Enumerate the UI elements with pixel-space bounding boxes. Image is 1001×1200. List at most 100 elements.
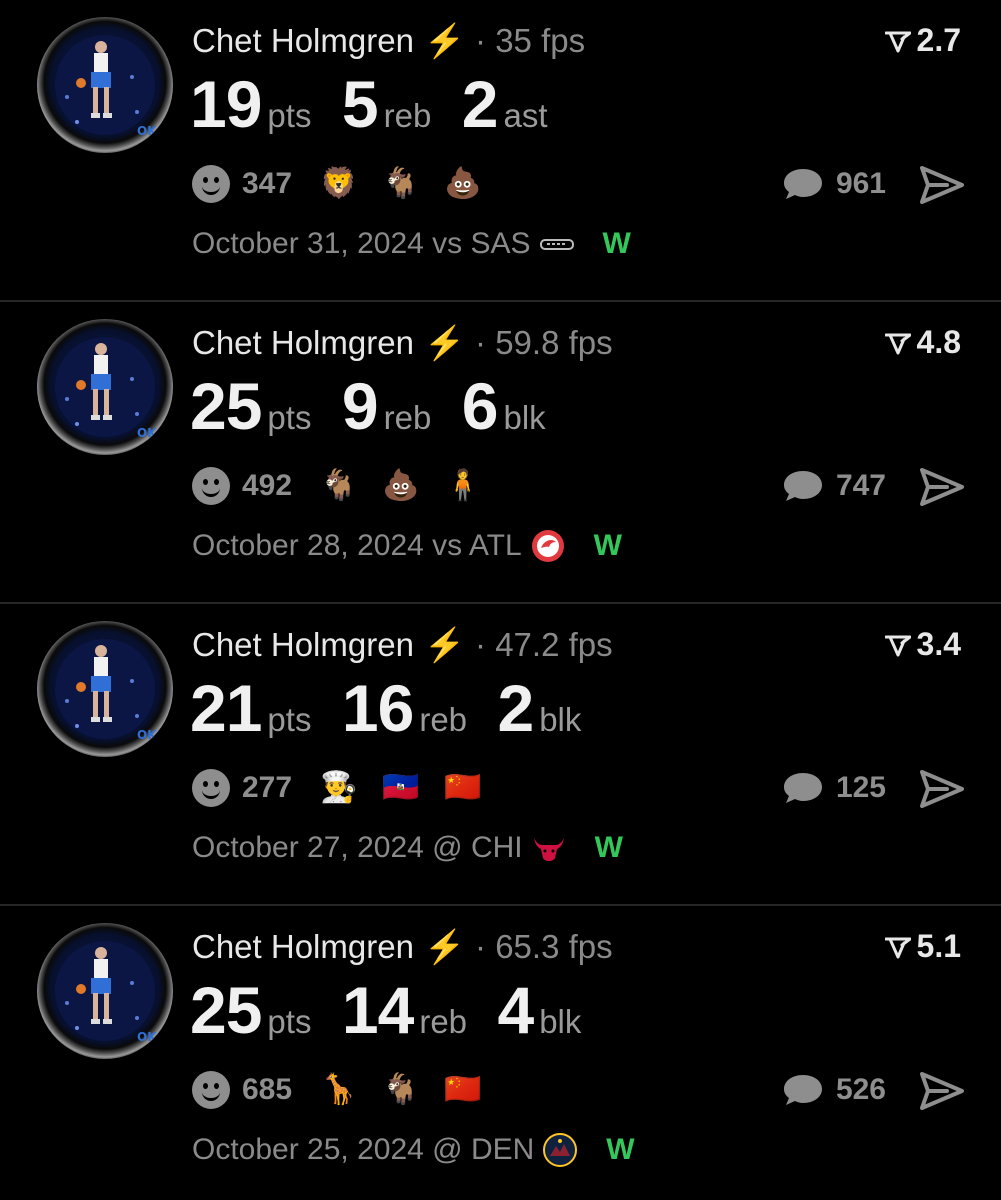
stat-points: 19 pts: [190, 66, 311, 142]
reaction-emoji[interactable]: 🇨🇳: [444, 1071, 482, 1109]
rating-icon: [884, 635, 911, 657]
fps-value: 65.3 fps: [495, 928, 613, 965]
send-icon[interactable]: [919, 467, 965, 507]
rating: 5.1: [884, 928, 961, 965]
reaction-emoji[interactable]: 🐐: [320, 467, 358, 505]
stat-rebounds: 14 reb: [342, 972, 467, 1048]
player-avatar[interactable]: OKC: [37, 17, 173, 153]
stat-unit: reb: [383, 97, 432, 134]
player-avatar[interactable]: OKC: [37, 319, 173, 455]
reaction-emoji[interactable]: 🐐: [382, 165, 420, 203]
reaction-emoji[interactable]: 🧍: [444, 467, 482, 505]
reaction-emoji[interactable]: 💩: [382, 467, 420, 505]
player-name-line: Chet Holmgren ⚡ · 35 fps: [192, 22, 585, 61]
reaction-emoji[interactable]: 🦁: [320, 165, 358, 203]
game-post[interactable]: OKC Chet Holmgren ⚡ · 47.2 fps 3.4 21 pts 1…: [0, 604, 1001, 906]
comment-count: 961: [835, 167, 886, 200]
reactions-row: 347 🦁 🐐 💩: [192, 161, 506, 207]
stat-points: 25 pts: [190, 368, 311, 444]
reaction-emoji[interactable]: 🇭🇹: [382, 769, 420, 807]
stat-unit: blk: [503, 399, 546, 436]
reaction-emoji[interactable]: 🇨🇳: [444, 769, 482, 807]
comment-count: 526: [835, 1073, 886, 1106]
reactions-row: 492 🐐 💩 🧍: [192, 463, 506, 509]
game-post[interactable]: OKC Chet Holmgren ⚡ · 65.3 fps 5.1 25 pts 1…: [0, 906, 1001, 1200]
lightning-icon: ⚡: [423, 324, 466, 361]
game-date-opponent: October 25, 2024 @ DEN: [192, 1133, 535, 1166]
rating-value: 3.4: [916, 626, 961, 662]
stat-points: 25 pts: [190, 972, 311, 1048]
reaction-emoji[interactable]: 👨‍🍳: [320, 769, 358, 807]
stat-line: 25 pts 14 reb 4 blk: [190, 972, 607, 1048]
svg-text:OKC: OKC: [137, 728, 165, 742]
rating-value: 2.7: [916, 22, 961, 58]
comment-bubble-icon: [783, 169, 822, 199]
game-result: W: [593, 529, 622, 562]
reaction-count[interactable]: 492: [242, 469, 292, 503]
stat-points: 21 pts: [190, 670, 311, 746]
reaction-count[interactable]: 347: [242, 167, 292, 201]
stat-unit: reb: [419, 1003, 468, 1040]
player-name-line: Chet Holmgren ⚡ · 47.2 fps: [192, 626, 613, 665]
rating-icon: [884, 31, 911, 53]
game-post[interactable]: OKC Chet Holmgren ⚡ · 59.8 fps 4.8 25 pts 9…: [0, 302, 1001, 604]
comments-button[interactable]: 125: [782, 765, 886, 811]
game-date-opponent: October 27, 2024 @ CHI: [192, 831, 523, 864]
smiley-icon[interactable]: [192, 769, 230, 807]
separator-dot: ·: [475, 928, 487, 965]
player-name[interactable]: Chet Holmgren: [192, 928, 414, 965]
player-name[interactable]: Chet Holmgren: [192, 626, 414, 663]
game-meta: October 31, 2024 vs SAS W: [192, 226, 631, 262]
comments-button[interactable]: 961: [782, 161, 886, 207]
stat-line: 21 pts 16 reb 2 blk: [190, 670, 607, 746]
send-icon[interactable]: [919, 1071, 965, 1111]
rating-value: 5.1: [916, 928, 961, 964]
comments-button[interactable]: 747: [782, 463, 886, 509]
send-icon[interactable]: [919, 165, 965, 205]
stat-rebounds: 9 reb: [342, 368, 431, 444]
rating: 2.7: [884, 22, 961, 59]
hawks-logo: [531, 530, 564, 562]
stat-third: 2 blk: [497, 670, 581, 746]
stat-unit: reb: [383, 399, 432, 436]
game-date-opponent: October 28, 2024 vs ATL: [192, 529, 522, 562]
stat-unit: blk: [539, 701, 582, 738]
fps-value: 59.8 fps: [495, 324, 613, 361]
stat-value: 14: [341, 973, 414, 1047]
fps-value: 47.2 fps: [495, 626, 613, 663]
send-icon[interactable]: [919, 769, 965, 809]
reaction-emoji[interactable]: 💩: [444, 165, 482, 203]
nuggets-logo: [543, 1133, 578, 1167]
stat-unit: pts: [267, 399, 312, 436]
smiley-icon[interactable]: [192, 1071, 230, 1109]
smiley-icon[interactable]: [192, 165, 230, 203]
stat-value: 19: [190, 67, 262, 141]
rating-value: 4.8: [916, 324, 961, 360]
rating-icon: [884, 333, 911, 355]
stat-value: 25: [190, 369, 262, 443]
game-meta: October 27, 2024 @ CHI W: [192, 830, 623, 866]
player-avatar[interactable]: OKC: [37, 923, 173, 1059]
game-post[interactable]: OKC Chet Holmgren ⚡ · 35 fps 2.7 19 pts 5 re…: [0, 0, 1001, 302]
reaction-emoji[interactable]: 🦒: [320, 1071, 358, 1109]
stat-unit: pts: [267, 1003, 312, 1040]
reactions-row: 277 👨‍🍳 🇭🇹 🇨🇳: [192, 765, 506, 811]
comment-count: 125: [835, 771, 886, 804]
separator-dot: ·: [475, 22, 487, 59]
smiley-icon[interactable]: [192, 467, 230, 505]
game-date-opponent: October 31, 2024 vs SAS: [192, 227, 531, 260]
reaction-count[interactable]: 685: [242, 1073, 292, 1107]
stat-third: 2 ast: [462, 66, 548, 142]
comments-button[interactable]: 526: [782, 1067, 886, 1113]
reaction-emoji[interactable]: 🐐: [382, 1071, 420, 1109]
stat-rebounds: 16 reb: [342, 670, 467, 746]
reaction-count[interactable]: 277: [242, 771, 292, 805]
stat-value: 25: [190, 973, 262, 1047]
stat-value: 2: [461, 67, 499, 141]
game-result: W: [602, 227, 631, 260]
player-avatar[interactable]: OKC: [37, 621, 173, 757]
player-name[interactable]: Chet Holmgren: [192, 22, 414, 59]
player-name[interactable]: Chet Holmgren: [192, 324, 414, 361]
lightning-icon: ⚡: [423, 626, 466, 663]
stat-unit: blk: [539, 1003, 582, 1040]
